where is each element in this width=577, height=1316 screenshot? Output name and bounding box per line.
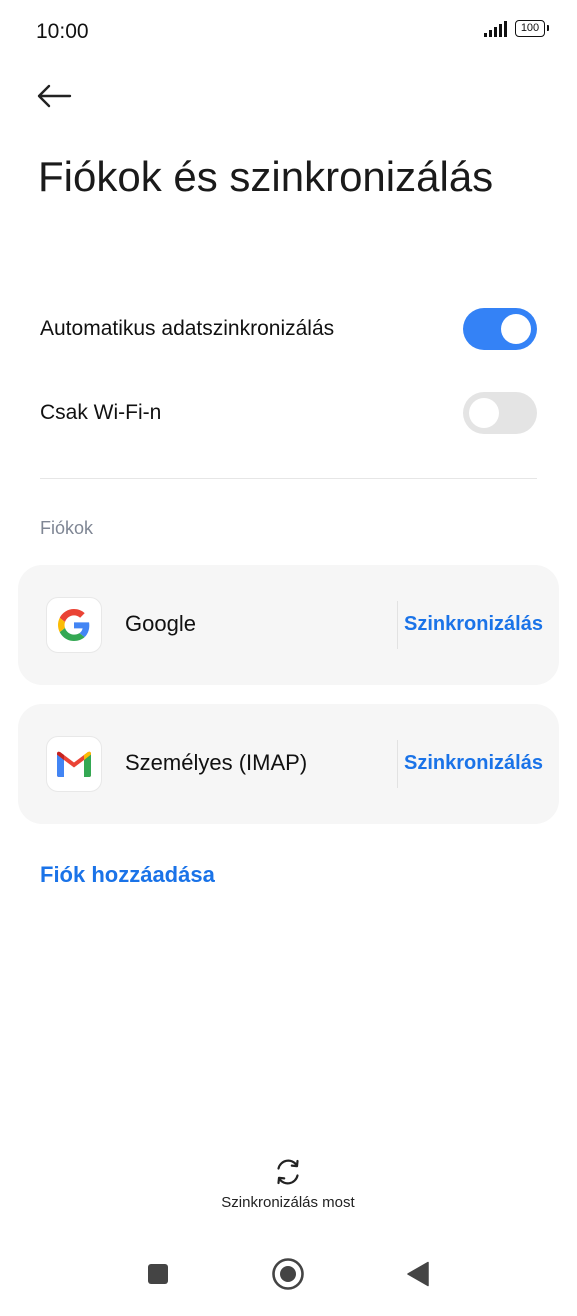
toggle-knob xyxy=(469,398,499,428)
sync-icon xyxy=(277,1159,299,1185)
arrow-left-icon xyxy=(37,84,72,108)
google-sync-button[interactable]: Szinkronizálás xyxy=(404,613,543,636)
navigation-bar xyxy=(0,1240,577,1300)
wifi-only-setting[interactable]: Csak Wi-Fi-n xyxy=(40,378,537,448)
wifi-only-label: Csak Wi-Fi-n xyxy=(40,401,162,424)
status-time: 10:00 xyxy=(36,20,89,43)
account-card-imap[interactable]: Személyes (IMAP) Szinkronizálás xyxy=(18,704,559,824)
accounts-section-header: Fiókok xyxy=(40,518,94,538)
imap-sync-button[interactable]: Szinkronizálás xyxy=(404,752,543,775)
page-title: Fiókok és szinkronizálás xyxy=(38,153,494,200)
signal-icon xyxy=(484,21,507,37)
add-account-link[interactable]: Fiók hozzáadása xyxy=(40,862,215,888)
account-name: Személyes (IMAP) xyxy=(125,750,308,775)
sync-now-button[interactable]: Szinkronizálás most xyxy=(188,1152,388,1216)
account-name: Google xyxy=(125,611,196,636)
battery-icon: 100 xyxy=(515,20,549,37)
home-button[interactable] xyxy=(268,1254,308,1294)
auto-sync-toggle[interactable] xyxy=(463,308,537,350)
wifi-only-toggle[interactable] xyxy=(463,392,537,434)
home-circle-icon xyxy=(272,1258,304,1290)
account-separator xyxy=(397,740,398,788)
square-icon xyxy=(148,1264,168,1284)
battery-level: 100 xyxy=(520,22,540,34)
section-divider xyxy=(40,478,537,479)
triangle-back-icon xyxy=(407,1261,429,1287)
google-icon xyxy=(46,597,102,653)
gmail-icon xyxy=(46,736,102,792)
sync-now-label: Szinkronizálás most xyxy=(221,1194,355,1211)
auto-sync-setting[interactable]: Automatikus adatszinkronizálás xyxy=(40,294,537,364)
status-icons: 100 xyxy=(484,20,549,37)
auto-sync-label: Automatikus adatszinkronizálás xyxy=(40,317,335,340)
back-nav-button[interactable] xyxy=(398,1254,438,1294)
toggle-knob xyxy=(501,314,531,344)
recents-button[interactable] xyxy=(138,1254,178,1294)
account-separator xyxy=(397,601,398,649)
back-button[interactable] xyxy=(36,76,80,116)
status-bar: 10:00 100 xyxy=(0,0,577,64)
account-card-google[interactable]: Google Szinkronizálás xyxy=(18,565,559,685)
